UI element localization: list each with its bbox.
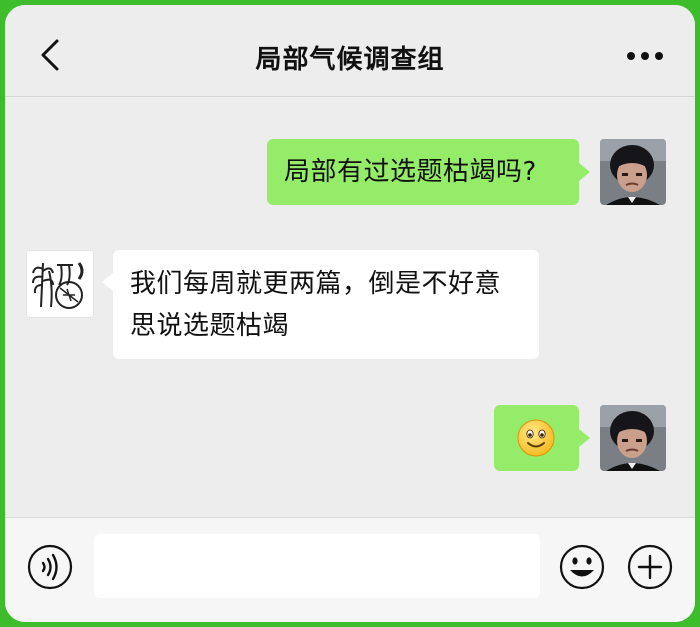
chat-header: 局部气候调查组 (5, 5, 695, 97)
add-button[interactable] (626, 543, 674, 591)
emoji-button[interactable] (558, 543, 606, 591)
contact-avatar[interactable] (26, 250, 94, 318)
bubble-tail (102, 273, 113, 291)
input-bar (5, 517, 695, 622)
message-input[interactable] (94, 534, 540, 598)
more-button[interactable] (623, 41, 667, 71)
chat-title: 局部气候调查组 (255, 45, 445, 75)
botanical-logo-icon (27, 251, 91, 315)
message-bubble-outgoing[interactable] (494, 405, 579, 471)
my-avatar[interactable] (600, 139, 666, 205)
smile-emoji (517, 419, 555, 457)
message-text-line: 我们每周就更两篇，倒是不好意 (130, 269, 502, 299)
more-horizontal-icon (627, 52, 663, 60)
my-avatar[interactable] (600, 405, 666, 471)
message-bubble-outgoing[interactable]: 局部有过选题枯竭吗? (267, 139, 579, 205)
voice-button[interactable] (26, 543, 74, 591)
message-bubble-incoming[interactable]: 我们每周就更两篇，倒是不好意 思说选题枯竭 (113, 250, 539, 359)
bubble-tail (579, 429, 590, 447)
message-text: 局部有过选题枯竭吗? (284, 157, 537, 187)
voice-icon (27, 544, 73, 590)
emoji-icon (559, 544, 605, 590)
plus-circle-icon (627, 544, 673, 590)
chat-window: 局部气候调查组 局部有过选题枯竭吗? 我们每周就更两篇，倒是不好意 思说选题枯竭 (5, 5, 695, 622)
person-avatar-icon (600, 139, 666, 205)
bubble-tail (579, 163, 590, 181)
person-avatar-icon (600, 405, 666, 471)
message-text-line: 思说选题枯竭 (130, 311, 290, 341)
